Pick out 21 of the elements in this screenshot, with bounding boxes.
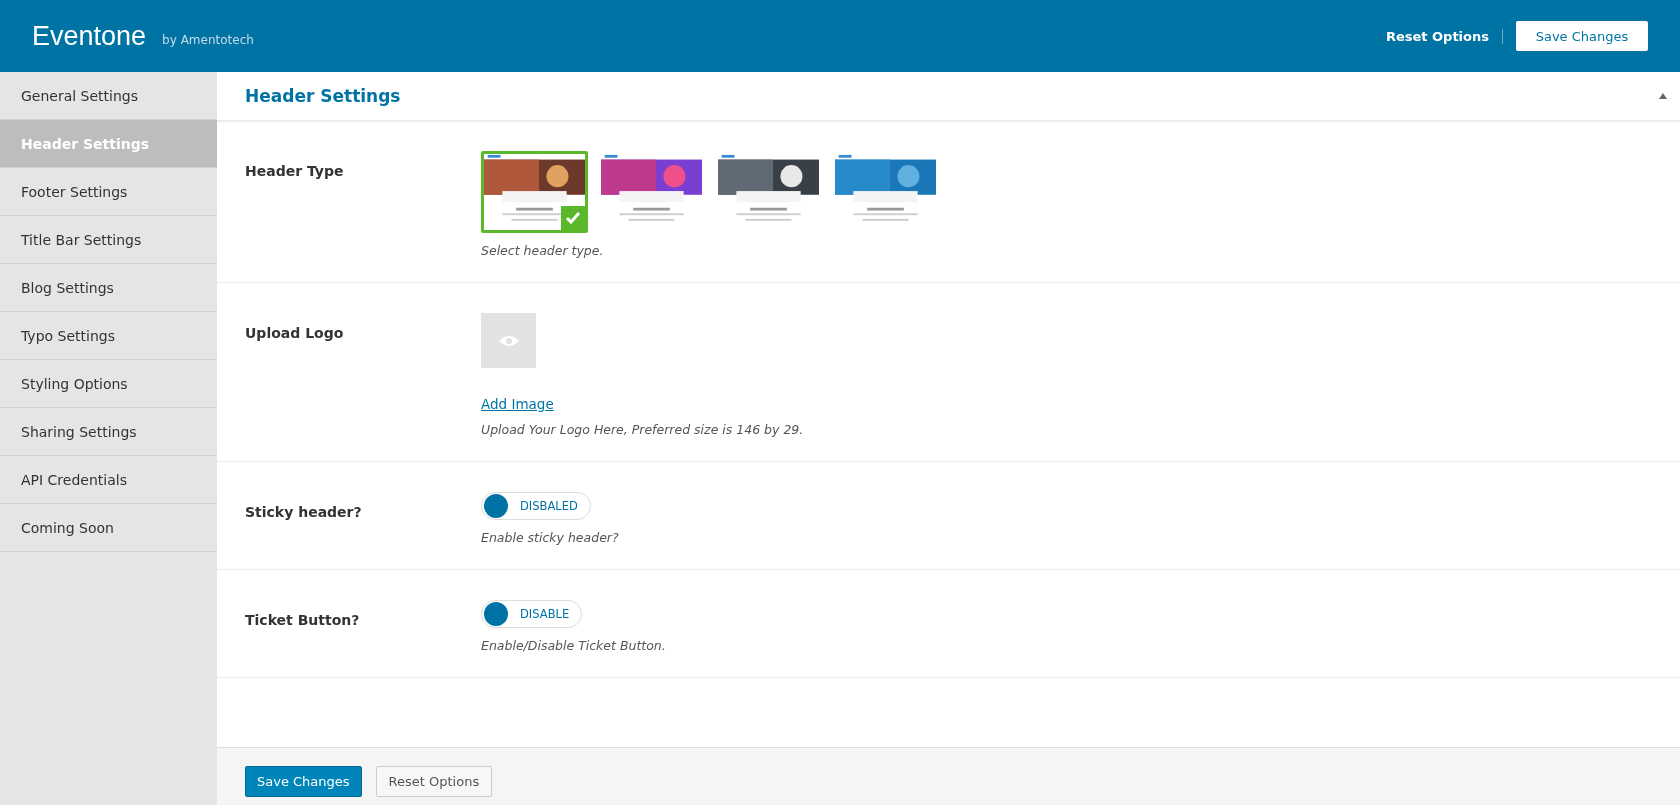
reset-options-button[interactable]: Reset Options	[1385, 28, 1503, 44]
field-description: Upload Your Logo Here, Preferred size is 146 by 29.	[481, 422, 804, 437]
field-description: Select header type.	[481, 243, 604, 258]
add-image-link[interactable]: Add Image	[481, 396, 554, 412]
eye-icon	[498, 334, 519, 347]
toggle-switch[interactable]: DISABLE	[481, 600, 583, 628]
caret-icon[interactable]	[1658, 92, 1668, 100]
checkmark-icon	[561, 206, 585, 230]
save-changes-button[interactable]: Save Changes	[1516, 21, 1648, 51]
field-description: Enable/Disable Ticket Button.	[481, 638, 666, 653]
field-label: Ticket Button?	[245, 611, 361, 630]
field-description: Enable sticky header?	[481, 530, 619, 545]
reset-options-button[interactable]: Reset Options	[375, 766, 493, 797]
app-subtitle: by Amentotech	[162, 33, 254, 47]
field-label: Header Type	[245, 162, 345, 181]
section-title: Header Settings	[245, 86, 402, 106]
app-title: Eventone	[32, 20, 147, 52]
toggle-switch[interactable]: DISBALED	[481, 492, 591, 520]
save-changes-button[interactable]: Save Changes	[245, 766, 362, 797]
field-label: Upload Logo	[245, 324, 345, 343]
field-label: Sticky header?	[245, 503, 363, 522]
